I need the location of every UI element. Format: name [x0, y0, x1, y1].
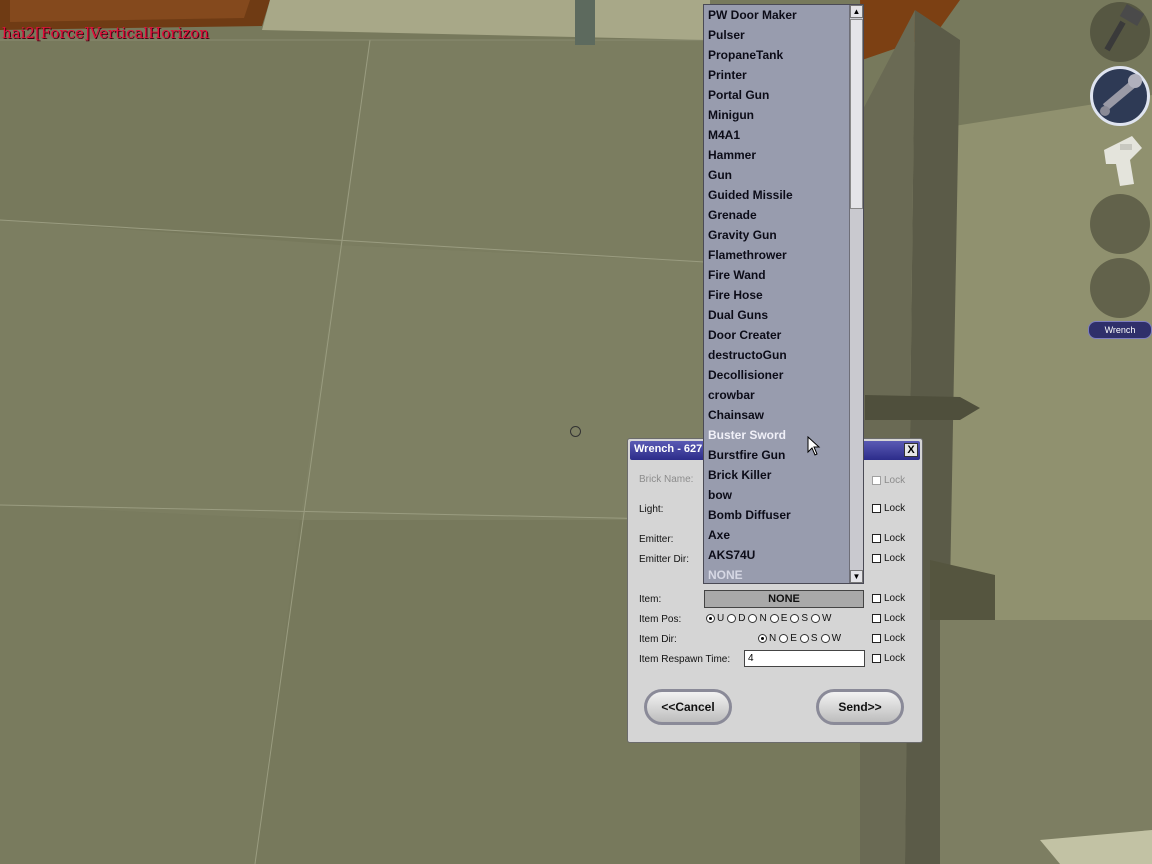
player-name-tag: hai2[Force]VerticalHorizon	[2, 24, 209, 42]
brick-name-lock: Lock	[872, 475, 905, 486]
close-icon: X	[907, 444, 915, 456]
spray-can-icon	[1104, 136, 1142, 186]
list-item[interactable]: Brick Killer	[704, 465, 850, 485]
brick-name-label: Brick Name:	[639, 474, 694, 485]
light-label: Light:	[639, 504, 664, 515]
tool-slot-spray[interactable]	[1090, 130, 1150, 190]
hammer-icon	[1104, 3, 1145, 52]
scroll-thumb[interactable]	[850, 19, 863, 209]
item-dir-radio-group: NESW	[758, 633, 841, 644]
list-item[interactable]: Axe	[704, 525, 850, 545]
list-item[interactable]: Gravity Gun	[704, 225, 850, 245]
item-respawn-input[interactable]: 4	[744, 650, 865, 667]
tool-slot-empty-2[interactable]	[1090, 258, 1150, 318]
emitter-dir-label: Emitter Dir:	[639, 554, 689, 565]
item-pos-radio-w[interactable]: W	[811, 613, 832, 624]
mouse-cursor-icon	[807, 436, 821, 456]
list-item[interactable]: Fire Hose	[704, 285, 850, 305]
item-dir-radio-s[interactable]: S	[799, 633, 818, 644]
list-item[interactable]: NONE	[704, 565, 850, 583]
item-pos-radio-e[interactable]: E	[769, 613, 787, 624]
item-pos-radio-group: UDNESW	[706, 613, 832, 624]
list-item[interactable]: destructoGun	[704, 345, 850, 365]
emitter-lock-checkbox[interactable]: Lock	[872, 533, 905, 544]
item-dropdown-list[interactable]: PW Door Maker Pulser PropaneTank Printer Por…	[703, 4, 864, 584]
emitter-label: Emitter:	[639, 534, 674, 545]
list-item[interactable]: PW Door Maker	[704, 5, 850, 25]
list-item[interactable]: Flamethrower	[704, 245, 850, 265]
list-item[interactable]: Dual Guns	[704, 305, 850, 325]
list-item[interactable]: M4A1	[704, 125, 850, 145]
item-dir-radio-w[interactable]: W	[820, 633, 841, 644]
tool-slot-empty-1[interactable]	[1090, 194, 1150, 254]
cancel-button[interactable]: <<Cancel	[644, 689, 732, 725]
item-dir-label: Item Dir:	[639, 634, 677, 645]
list-item[interactable]: PropaneTank	[704, 45, 850, 65]
item-list: PW Door Maker Pulser PropaneTank Printer Por…	[704, 5, 850, 583]
item-pos-radio-n[interactable]: N	[748, 613, 767, 624]
item-pos-radio-u[interactable]: U	[706, 613, 724, 624]
close-button[interactable]: X	[904, 443, 918, 457]
item-respawn-label: Item Respawn Time:	[639, 654, 731, 665]
list-item[interactable]: Door Creater	[704, 325, 850, 345]
list-item[interactable]: Fire Wand	[704, 265, 850, 285]
item-dir-radio-e[interactable]: E	[779, 633, 797, 644]
item-pos-radio-s[interactable]: S	[790, 613, 808, 624]
scroll-up-icon[interactable]: ▲	[850, 5, 863, 18]
list-item[interactable]: crowbar	[704, 385, 850, 405]
list-item[interactable]: Portal Gun	[704, 85, 850, 105]
list-item[interactable]: Gun	[704, 165, 850, 185]
dialog-title: Wrench - 627	[634, 443, 703, 455]
item-respawn-lock-checkbox[interactable]: Lock	[872, 653, 905, 664]
dropdown-scrollbar[interactable]: ▲ ▼	[849, 5, 863, 583]
list-item[interactable]: Chainsaw	[704, 405, 850, 425]
tool-slot-hammer[interactable]	[1090, 2, 1150, 62]
item-dir-lock-checkbox[interactable]: Lock	[872, 633, 905, 644]
list-item[interactable]: Bomb Diffuser	[704, 505, 850, 525]
scroll-down-icon[interactable]: ▼	[850, 570, 863, 583]
item-lock-checkbox[interactable]: Lock	[872, 593, 905, 604]
item-pos-lock-checkbox[interactable]: Lock	[872, 613, 905, 624]
list-item[interactable]: Buster Sword	[704, 425, 850, 445]
light-lock-checkbox[interactable]: Lock	[872, 503, 905, 514]
list-item[interactable]: Minigun	[704, 105, 850, 125]
tool-slot-wrench[interactable]	[1090, 66, 1150, 126]
item-label: Item:	[639, 594, 662, 605]
crosshair-icon	[570, 426, 581, 437]
list-item[interactable]: Hammer	[704, 145, 850, 165]
list-item[interactable]: bow	[704, 485, 850, 505]
wrench-icon	[1100, 74, 1142, 116]
list-item[interactable]: Guided Missile	[704, 185, 850, 205]
list-item[interactable]: Printer	[704, 65, 850, 85]
list-item[interactable]: AKS74U	[704, 545, 850, 565]
item-pos-radio-d[interactable]: D	[727, 613, 745, 624]
list-item[interactable]: Decollisioner	[704, 365, 850, 385]
item-dir-radio-n[interactable]: N	[758, 633, 776, 644]
list-item[interactable]: Pulser	[704, 25, 850, 45]
item-select[interactable]: NONE	[704, 590, 864, 608]
emitter-dir-lock-checkbox[interactable]: Lock	[872, 553, 905, 564]
item-pos-label: Item Pos:	[639, 614, 682, 625]
list-item[interactable]: Grenade	[704, 205, 850, 225]
send-button[interactable]: Send>>	[816, 689, 904, 725]
list-item[interactable]: Burstfire Gun	[704, 445, 850, 465]
tool-name-label: Wrench	[1088, 321, 1152, 339]
